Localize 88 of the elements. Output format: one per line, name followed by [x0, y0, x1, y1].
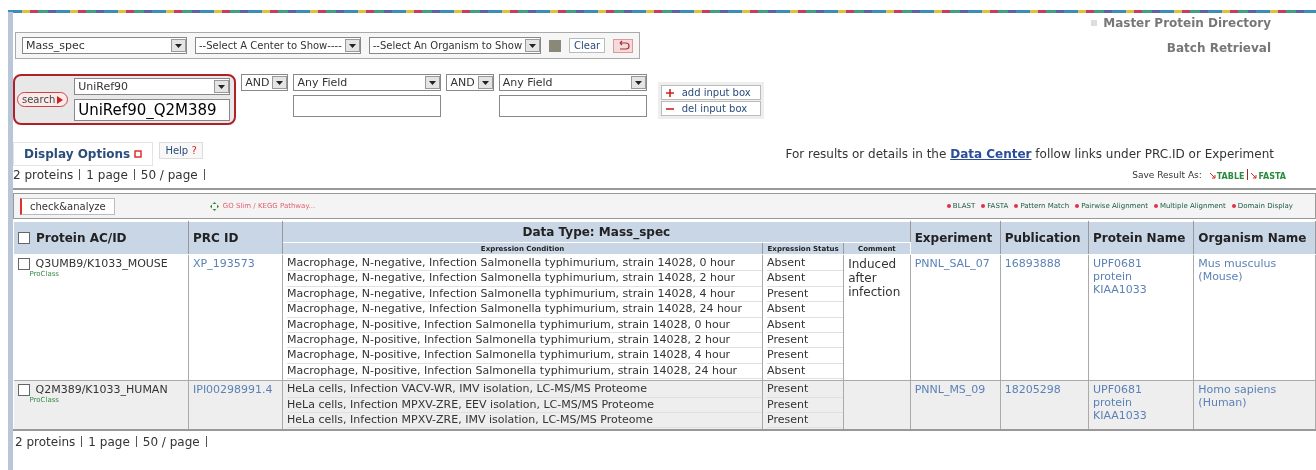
table-cell: Absent — [767, 317, 844, 334]
select-dropdown[interactable]: Any Field — [293, 74, 442, 91]
select-dropdown[interactable]: AND — [446, 74, 494, 91]
select-dropdown[interactable]: --Select An Organism to Show — [368, 37, 542, 54]
table-cell: Absent — [767, 302, 844, 318]
table-cell: Present — [767, 382, 844, 398]
arrow-icon — [1251, 173, 1258, 179]
add-input-box-button[interactable]: add input box — [660, 85, 761, 100]
bullet-icon — [1231, 204, 1236, 208]
table-cell: Present — [767, 348, 844, 364]
summary-text: 50 / page — [140, 168, 198, 182]
column-header: Protein AC/ID — [36, 231, 127, 245]
triangle-icon — [57, 95, 64, 104]
select-dropdown[interactable]: Mass_spec — [22, 37, 187, 54]
search-button[interactable]: search — [17, 92, 69, 107]
query-input[interactable] — [498, 95, 647, 117]
select-dropdown[interactable]: AND — [241, 74, 289, 91]
query-input[interactable]: UniRef90_Q2M389 — [74, 99, 231, 121]
column-header: PRC ID — [188, 221, 283, 255]
protein-name-link[interactable]: UPF0681 protein KIAA1033 — [1092, 257, 1163, 296]
square-icon[interactable] — [549, 39, 562, 52]
square-icon — [1091, 20, 1098, 26]
table-cell: HeLa cells, Infection MPXV-ZRE, IMV isolation, LC-MS/MS Proteome — [287, 413, 763, 429]
arrow-icon — [1209, 173, 1216, 179]
column-header: Organism Name — [1193, 221, 1316, 255]
column-header: Data Type: Mass_spec — [282, 221, 911, 243]
query-input[interactable] — [293, 95, 442, 117]
undo-icon[interactable] — [613, 38, 634, 53]
column-header: Protein Name — [1088, 221, 1194, 255]
tab[interactable]: Display Options — [13, 142, 154, 166]
info-text: For results or details in the Data Center follow links under PRC.ID or Experiment — [785, 147, 1274, 161]
publication-link[interactable]: 16893888 — [1004, 257, 1061, 270]
prc-id-link[interactable]: XP_193573 — [193, 257, 255, 270]
checkbox[interactable] — [17, 257, 30, 270]
table-cell: Present — [767, 286, 844, 303]
clear-button[interactable]: Clear — [569, 38, 606, 53]
square-icon — [134, 150, 143, 158]
table-cell: Absent — [767, 256, 844, 272]
publication-link[interactable]: 18205298 — [1004, 383, 1061, 397]
summary-text: 2 proteins — [15, 435, 76, 450]
page-subtitle: Batch Retrieval — [1166, 41, 1271, 55]
table-cell: Macrophage, N-positive, Infection Salmonella typhimurium, strain 14028, 4 hour — [287, 348, 763, 364]
save-format-link[interactable]: FASTA — [1251, 171, 1286, 181]
select-dropdown[interactable]: UniRef90 — [74, 78, 231, 95]
table-cell: Macrophage, N-positive, Infection Salmonella typhimurium, strain 14028, 24 hour — [287, 363, 763, 380]
checkbox[interactable] — [18, 232, 30, 244]
table-cell: Macrophage, N-negative, Infection Salmonella typhimurium, strain 14028, 4 hour — [287, 286, 763, 303]
data-center-link[interactable]: Data Center — [950, 147, 1032, 161]
organism-link[interactable]: Mus musculus (Mouse) — [1198, 257, 1289, 283]
check-and-analyze-button[interactable]: check&analyze — [20, 197, 115, 215]
protein-id: Q2M389/K1033_HUMAN — [35, 383, 168, 397]
table-cell: HeLa cells, Infection VACV-WR, IMV isolation, LC-MS/MS Proteome — [287, 382, 763, 398]
plus-icon — [665, 88, 674, 97]
page-title: Master Protein Directory — [1103, 16, 1271, 30]
table-cell-text: Induced after infection — [848, 257, 902, 299]
move-icon — [209, 201, 219, 211]
summary-text: 1 page — [86, 168, 128, 182]
table-cell: Absent — [767, 271, 844, 287]
checkbox[interactable] — [17, 383, 30, 396]
table-cell: Present — [767, 397, 844, 414]
bullet-icon — [1153, 204, 1158, 208]
bullet-icon — [981, 204, 986, 208]
table-cell: Macrophage, N-negative, Infection Salmonella typhimurium, strain 14028, 0 hour — [287, 256, 763, 272]
bullet-icon — [1014, 204, 1019, 208]
save-label: Save Result As: — [1132, 170, 1202, 180]
summary-text: 50 / page — [142, 435, 200, 450]
experiment-link[interactable]: PNNL_SAL_07 — [914, 257, 990, 270]
summary-text: 1 page — [88, 435, 130, 450]
column-header: Experiment — [910, 221, 1001, 255]
save-format-link[interactable]: TABLE — [1209, 171, 1245, 181]
column-header: Publication — [1000, 221, 1089, 255]
tab[interactable]: Help ? — [159, 142, 203, 159]
table-cell: Absent — [767, 363, 844, 380]
table-cell: Present — [767, 333, 844, 349]
table-cell: Present — [767, 413, 844, 429]
table-cell: HeLa cells, Infection MPXV-ZRE, EEV isolation, LC-MS/MS Proteome — [287, 397, 763, 414]
protein-id: Q3UMB9/K1033_MOUSE — [35, 257, 168, 270]
minus-icon — [665, 107, 674, 110]
table-cell: Macrophage, N-negative, Infection Salmonella typhimurium, strain 14028, 24 hour — [287, 302, 763, 318]
delete-input-box-button[interactable]: del input box — [660, 101, 761, 116]
select-dropdown[interactable]: Any Field — [498, 74, 647, 91]
bullet-icon — [1075, 204, 1080, 208]
summary-text: 2 proteins — [13, 168, 74, 182]
table-cell: Macrophage, N-negative, Infection Salmonella typhimurium, strain 14028, 2 hour — [287, 271, 763, 287]
table-cell: Macrophage, N-positive, Infection Salmonella typhimurium, strain 14028, 0 hour — [287, 317, 763, 334]
select-dropdown[interactable]: --Select A Center to Show---- — [195, 37, 361, 54]
table-cell: Macrophage, N-positive, Infection Salmonella typhimurium, strain 14028, 2 hour — [287, 333, 763, 349]
bullet-icon — [946, 204, 951, 208]
